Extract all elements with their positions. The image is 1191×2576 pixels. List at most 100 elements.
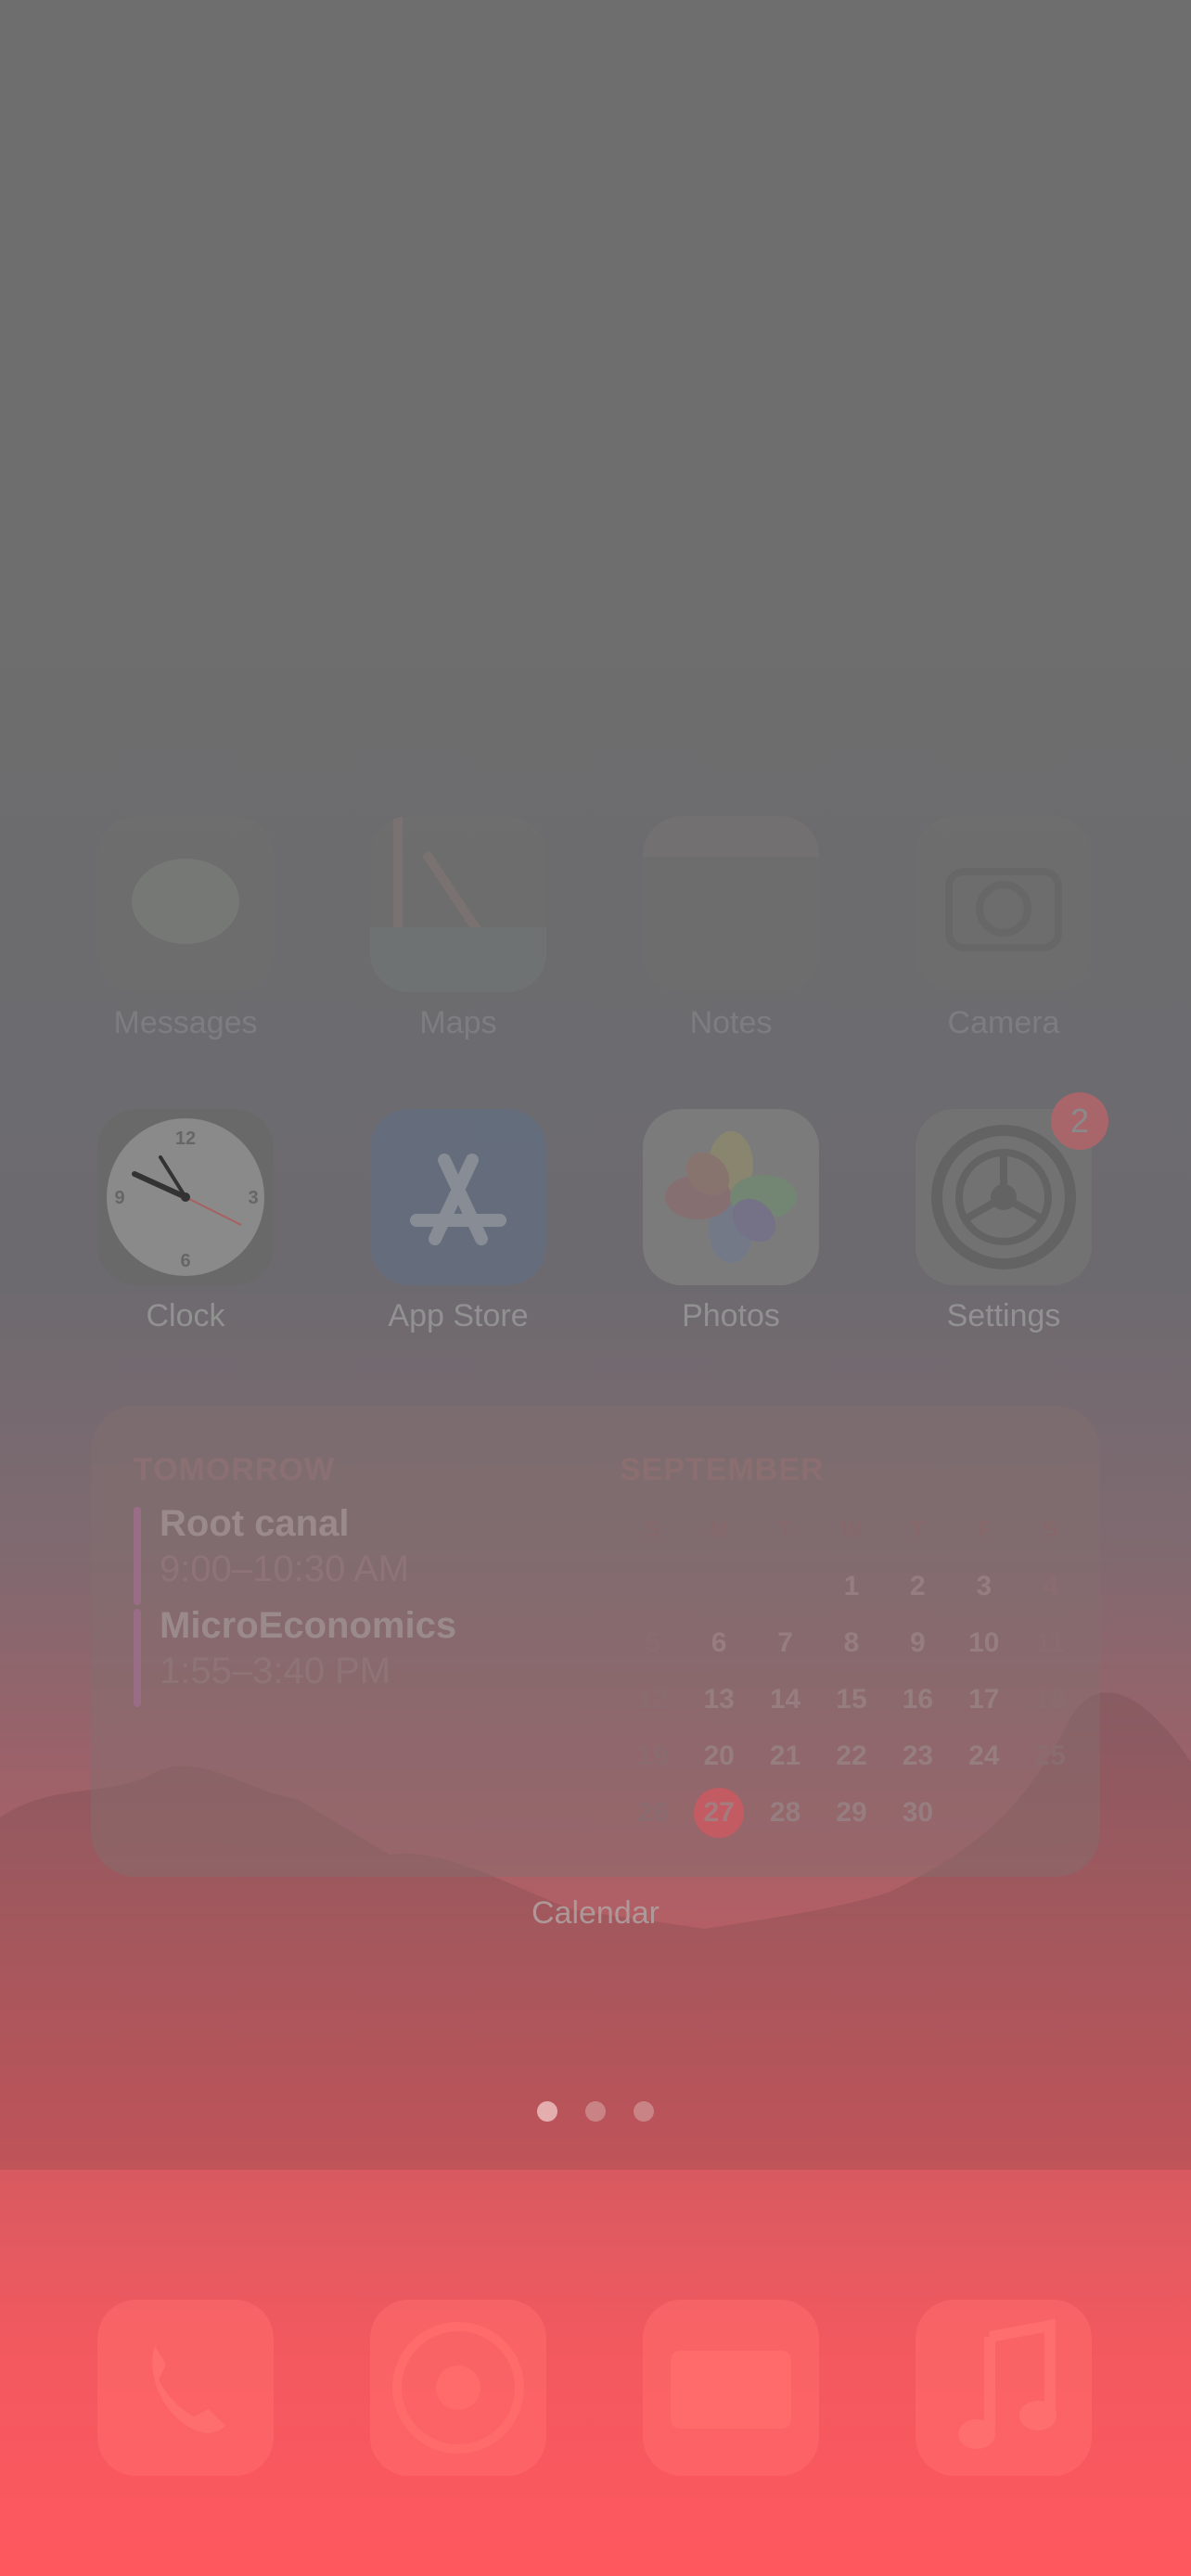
app-label: Messages [113,1005,258,1040]
messages-icon[interactable] [97,816,274,992]
calendar-day[interactable]: 7 [752,1627,818,1659]
calendar-day[interactable]: 10 [951,1627,1017,1659]
calendar-day[interactable]: 19 [620,1741,685,1772]
calendar-day[interactable]: 16 [885,1684,951,1715]
day-number: 10 [968,1626,1000,1658]
weekday-label: W [840,1516,863,1542]
music-app[interactable] [911,2300,1096,2476]
svg-text:6: 6 [180,1251,190,1271]
calendar-day[interactable]: 26 [620,1797,685,1829]
calendar-day[interactable]: 8 [818,1627,884,1659]
weekday-label: M [710,1516,729,1542]
page-dot[interactable] [585,2101,606,2122]
day-number: 17 [968,1683,1000,1715]
day-number: 19 [637,1740,669,1771]
day-number: 2 [910,1570,926,1601]
day-number: 1 [843,1570,860,1601]
calendar-day[interactable]: 14 [752,1684,818,1715]
calendar-day[interactable]: 25 [1018,1741,1083,1772]
maps-icon[interactable] [370,816,546,992]
calendar-day[interactable]: 18 [1018,1684,1083,1715]
day-number: 13 [703,1683,735,1715]
calendar-day[interactable]: 28 [752,1797,818,1829]
calendar-day[interactable]: 13 [685,1684,751,1715]
day-number: 6 [711,1626,727,1658]
phone-app[interactable] [93,2300,278,2476]
calendar-day[interactable]: 1 [818,1571,884,1602]
calendar-day[interactable]: 12 [620,1684,685,1715]
day-number: 29 [836,1796,867,1828]
calendar-widget[interactable]: TOMORROW Root canal 9:00–10:30 AM MicroE… [91,1406,1100,1877]
day-number: 25 [1034,1740,1066,1771]
event-item[interactable]: MicroEconomics 1:55–3:40 PM [134,1605,616,1707]
maps-app[interactable]: Maps [365,816,551,1041]
page-dot[interactable] [537,2101,557,2122]
app-label: Notes [689,1005,773,1040]
calendar-day[interactable]: 23 [885,1741,951,1772]
calendar-day[interactable]: 2 [885,1571,951,1602]
event-title: Root canal [160,1503,350,1544]
calendar-day[interactable]: 9 [885,1627,951,1659]
app-label: Camera [947,1005,1060,1040]
day-number: 18 [1034,1683,1066,1715]
music-icon[interactable] [916,2300,1092,2476]
month-calendar: SEPTEMBER S M T W T F S 1 2 3 4 5 6 7 8 9 10 11 12 13 14 15 16… [620,1452,1083,1841]
day-number: 20 [703,1740,735,1771]
event-item[interactable]: Root canal 9:00–10:30 AM [134,1503,616,1605]
clock-face: 12 3 6 9 [107,1118,264,1276]
calendar-day[interactable]: 24 [951,1741,1017,1772]
calendar-day[interactable]: 17 [951,1684,1017,1715]
events-header: TOMORROW [134,1452,336,1487]
camera-app[interactable]: Camera [911,816,1096,1041]
calendar-day[interactable]: 4 [1018,1571,1083,1602]
notes-app[interactable]: Notes [638,816,824,1041]
camera-icon[interactable] [916,816,1092,992]
safari-app[interactable] [365,2300,551,2476]
calendar-day[interactable]: 20 [685,1741,751,1772]
app-store-app[interactable]: App Store [365,1109,551,1334]
clock-icon[interactable]: 12 3 6 9 [97,1109,274,1285]
calendar-day[interactable]: 21 [752,1741,818,1772]
day-number: 7 [777,1626,793,1658]
event-color-bar [134,1609,141,1707]
app-label: Maps [419,1005,497,1040]
calendar-day[interactable]: 15 [818,1684,884,1715]
settings-icon[interactable]: 2 [916,1092,1108,1285]
week-row: 12 13 14 15 16 17 18 [620,1671,1083,1728]
week-row: 1 2 3 4 [620,1558,1083,1614]
weekday-label: S [1043,1516,1058,1542]
settings-app[interactable]: 2 Settings [911,1092,1108,1334]
notification-badge: 2 [1051,1092,1108,1150]
svg-text:9: 9 [114,1188,124,1208]
calendar-day[interactable]: 6 [685,1627,751,1659]
calendar-day[interactable]: 30 [885,1797,951,1829]
calendar-day[interactable]: 29 [818,1797,884,1829]
phone-icon[interactable] [97,2300,274,2476]
calendar-grid: S M T W T F S 1 2 3 4 5 6 7 8 9 10 11 12 13 14 15 16 17 18 19 20 21… [620,1501,1083,1841]
app-store-icon[interactable] [370,1109,546,1285]
page-dot[interactable] [634,2101,654,2122]
photos-app[interactable]: Photos [638,1109,824,1334]
clock-app[interactable]: 12 3 6 9 Clock [93,1109,278,1334]
calendar-day[interactable]: 11 [1018,1627,1083,1659]
app-label: Clock [146,1298,225,1333]
calendar-day[interactable]: 22 [818,1741,884,1772]
day-number: 8 [843,1626,860,1658]
calendar-day[interactable]: 3 [951,1571,1017,1602]
mail-icon[interactable] [643,2300,819,2476]
app-label: Settings [946,1298,1061,1333]
photos-icon[interactable] [643,1109,819,1285]
safari-icon[interactable] [370,2300,546,2476]
day-number: 5 [645,1626,661,1658]
notes-icon[interactable] [643,816,819,992]
weekday-label: T [911,1516,925,1542]
month-title: SEPTEMBER [620,1452,825,1487]
event-color-bar [134,1507,141,1605]
page-indicator[interactable] [0,2101,1191,2123]
mail-app[interactable] [638,2300,824,2476]
upcoming-events: TOMORROW Root canal 9:00–10:30 AM MicroE… [134,1452,616,1707]
messages-app[interactable]: Messages [93,816,278,1041]
day-number: 30 [902,1796,934,1828]
calendar-day[interactable]: 5 [620,1627,685,1659]
calendar-day-today[interactable]: 27 [685,1787,751,1838]
